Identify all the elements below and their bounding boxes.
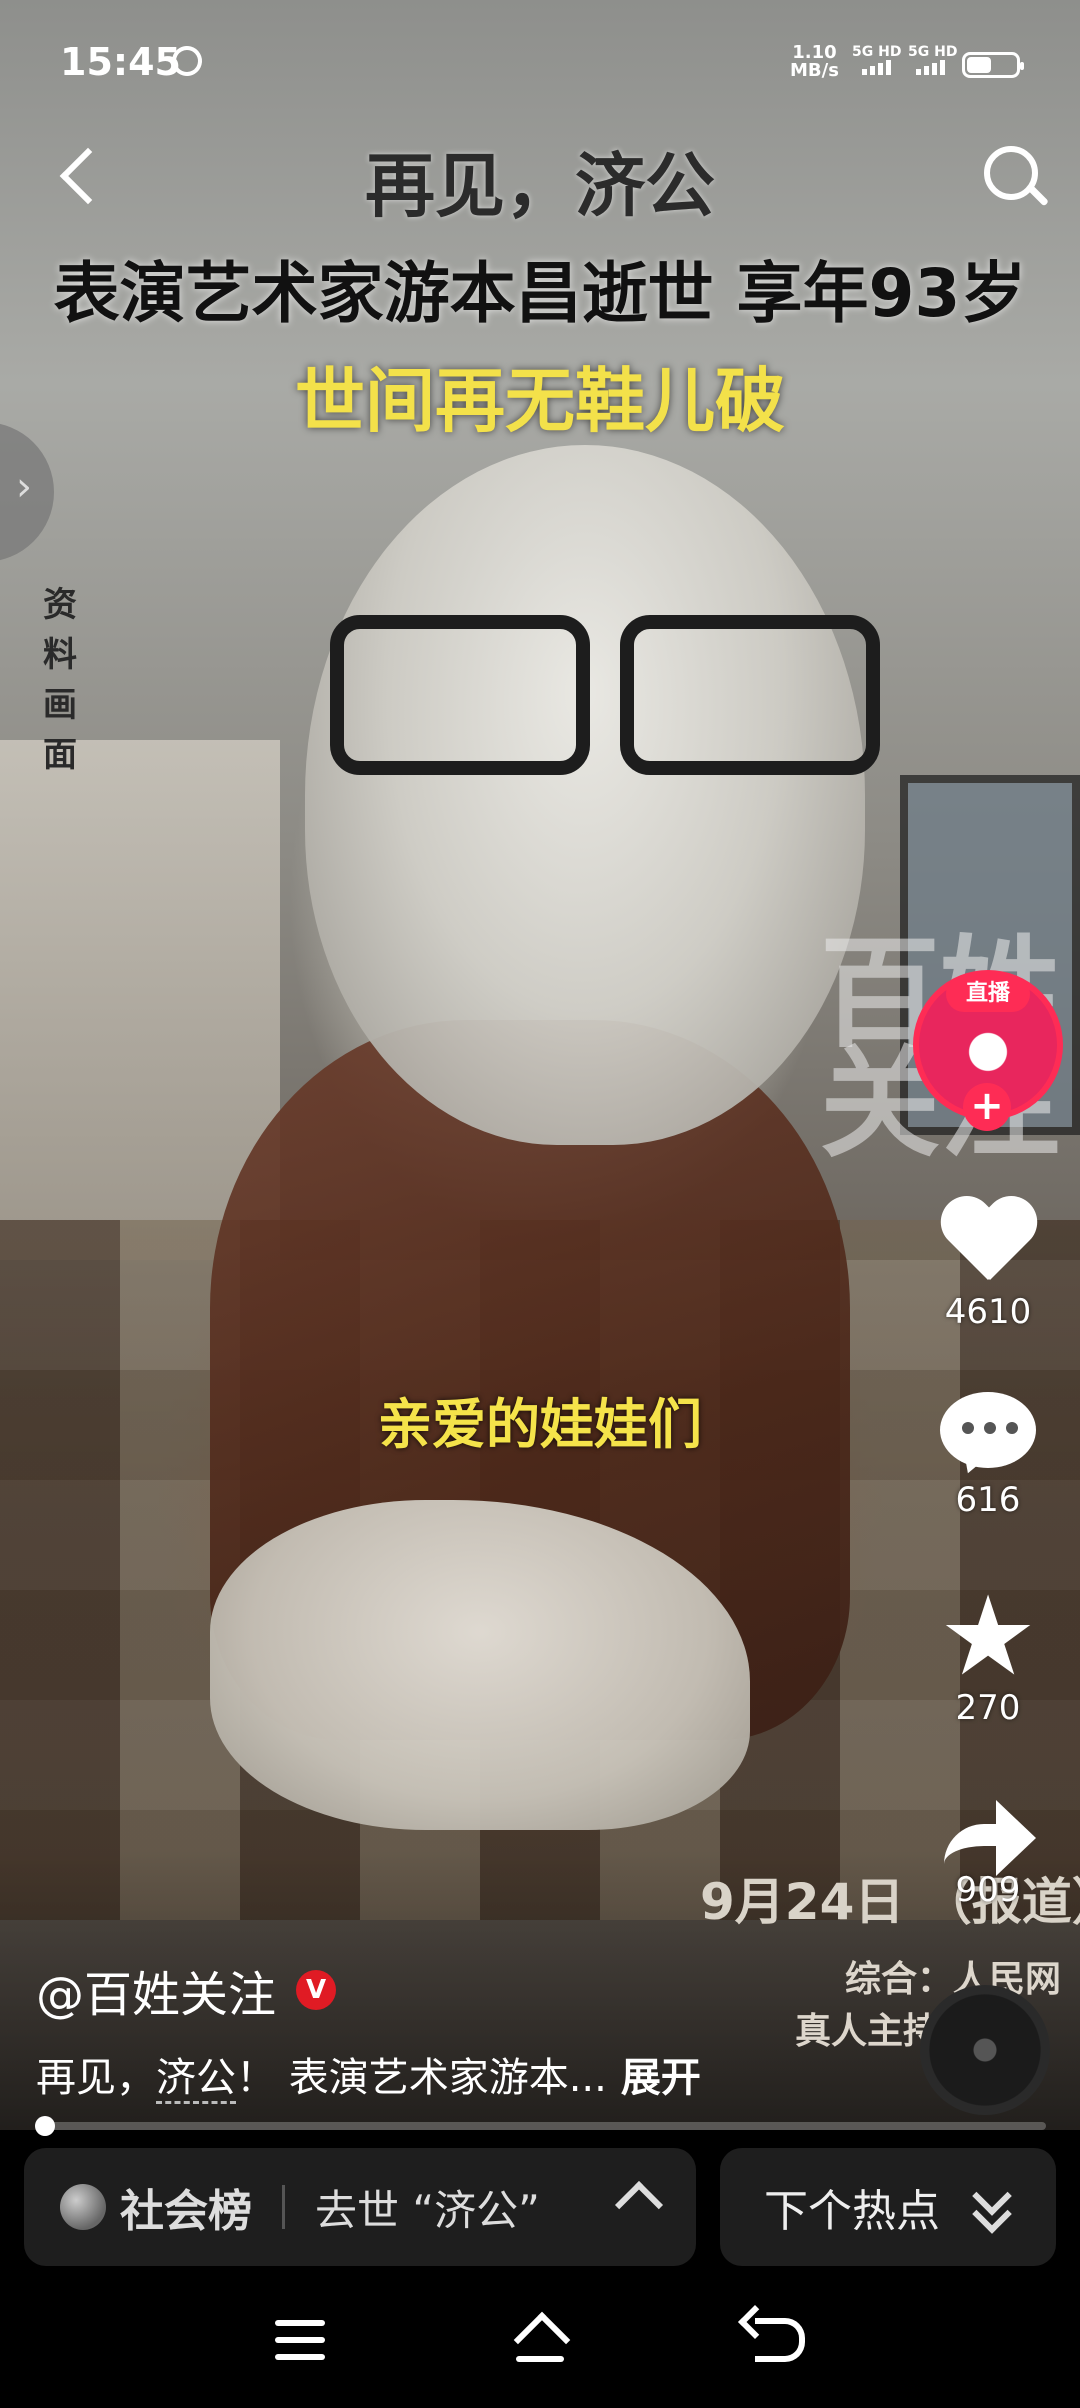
like-count: 4610 (944, 1292, 1032, 1332)
hot-list-category: 社会榜 (120, 2186, 252, 2237)
double-chevron-down-icon (972, 2176, 1012, 2234)
comment-button[interactable]: 616 (918, 1392, 1058, 1520)
headline-title: 再见，济公 (365, 145, 715, 227)
favorite-button[interactable]: ★ 270 (918, 1572, 1058, 1728)
author-row[interactable]: @百姓关注 V (36, 1955, 337, 2025)
sim1-signal-icon (862, 60, 891, 75)
share-button[interactable]: 909 (918, 1796, 1058, 1910)
divider (282, 2185, 285, 2229)
live-badge: 直播 (946, 976, 1030, 1012)
sim2-label: 5G HD (908, 44, 958, 60)
share-count: 909 (955, 1870, 1021, 1910)
comment-count: 616 (955, 1480, 1021, 1520)
sim2-signal-icon (916, 60, 945, 75)
archive-footage-label: 资料画面 (43, 585, 77, 775)
caption-prefix: 再见， (36, 2055, 156, 2101)
heart-icon (938, 1198, 1038, 1288)
chevron-up-icon[interactable] (614, 2180, 664, 2230)
next-hot-button[interactable]: 下个热点 (720, 2148, 1056, 2266)
author-name[interactable]: @百姓关注 (36, 1955, 276, 2025)
share-icon (938, 1796, 1038, 1876)
glasses-right-lens (620, 615, 880, 775)
network-speed: 1.10 MB/s (790, 44, 839, 80)
back-nav-icon[interactable] (755, 2318, 805, 2362)
hot-topic: 去世 “济公” (315, 2185, 540, 2235)
glasses-left-lens (330, 615, 590, 775)
follow-button[interactable]: + (963, 1083, 1011, 1131)
person-head (305, 445, 865, 1145)
progress-bar[interactable] (36, 2122, 1046, 2130)
progress-thumb[interactable] (35, 2116, 56, 2136)
next-hot-label: 下个热点 (764, 2186, 940, 2237)
video-caption[interactable]: 再见，济公！ 表演艺术家游本... 展开 (36, 2045, 701, 2104)
like-button[interactable]: 4610 (918, 1198, 1058, 1332)
network-speed-unit: MB/s (790, 60, 839, 81)
headline-tagline: 世间再无鞋儿破 (295, 360, 785, 442)
sim1-label: 5G HD (852, 44, 902, 60)
verified-badge-icon: V (296, 1970, 337, 2010)
hot-list-icon (60, 2184, 106, 2230)
hot-list-bar[interactable]: 社会榜 去世 “济公” (24, 2148, 696, 2266)
music-disc-icon[interactable] (920, 1985, 1050, 2115)
headline-subtitle: 表演艺术家游本昌逝世 享年93岁 (53, 255, 1027, 332)
home-icon[interactable] (510, 2316, 570, 2364)
battery-icon (962, 52, 1024, 78)
status-time: 15:45 (60, 40, 181, 84)
expand-button[interactable]: 展开 (621, 2055, 701, 2101)
caption-suffix: ！ 表演艺术家游本... (236, 2055, 607, 2101)
star-icon: ★ (938, 1572, 1038, 1700)
menu-icon[interactable] (275, 2320, 325, 2360)
caption-hashtag[interactable]: 济公 (156, 2055, 236, 2104)
comment-icon (940, 1392, 1036, 1479)
battery-level (967, 57, 991, 73)
